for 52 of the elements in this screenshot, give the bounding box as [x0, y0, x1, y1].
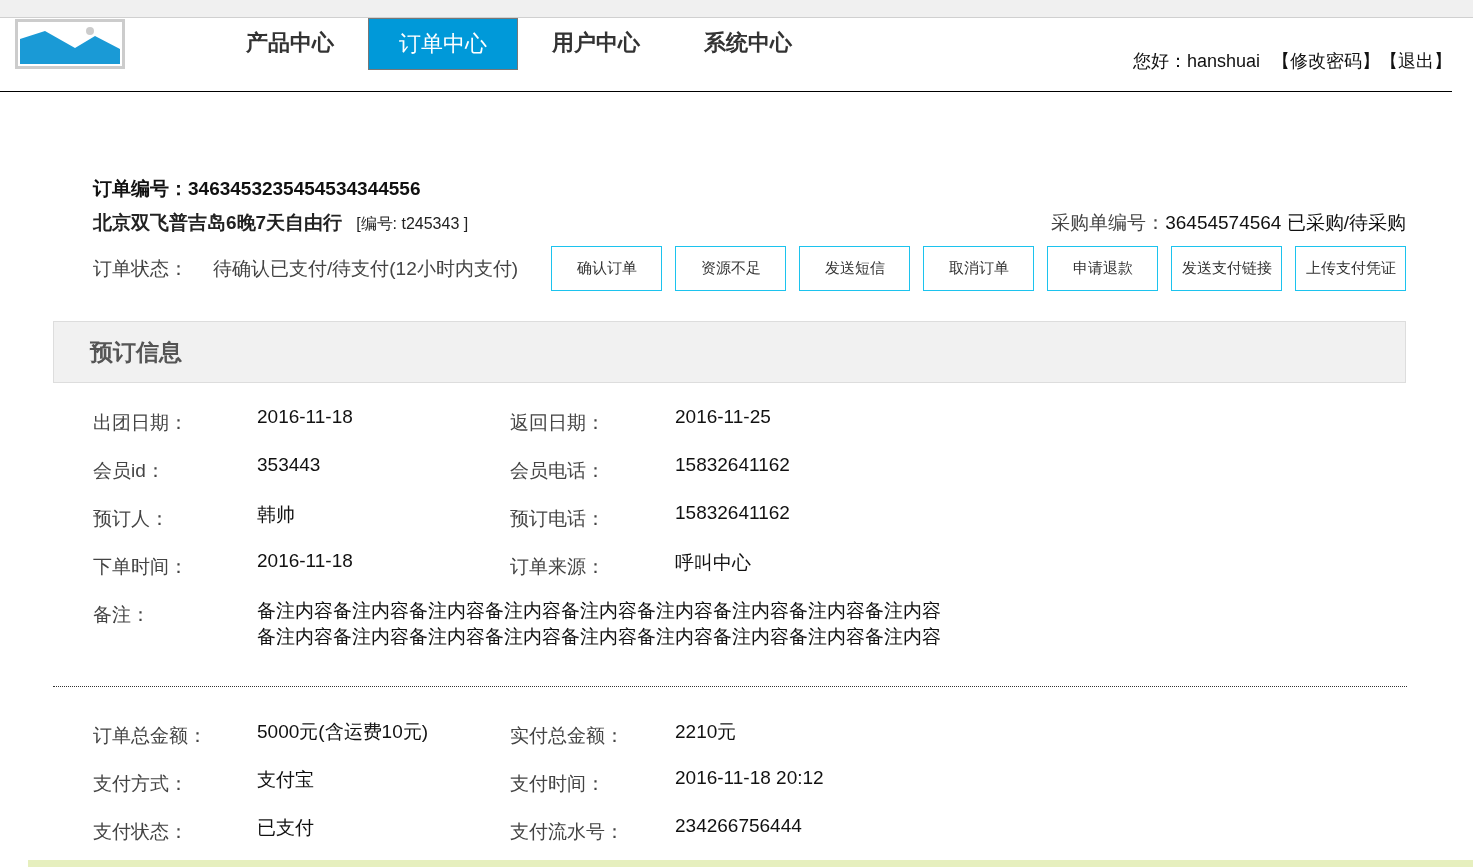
purchase-value: 36454574564 已采购/待采购: [1165, 212, 1406, 233]
header-link[interactable]: 【修改密码】: [1272, 49, 1380, 73]
field-label: 支付方式：: [93, 772, 189, 796]
product-code: [编号: t245343 ]: [356, 215, 469, 232]
field-label: 返回日期：: [510, 411, 606, 435]
field-label: 支付时间：: [510, 772, 606, 796]
field-value: 2210元: [675, 720, 738, 744]
status-label: 订单状态：: [93, 256, 188, 281]
field-label: 会员电话：: [510, 459, 606, 483]
header-link[interactable]: 【退出】: [1380, 49, 1452, 73]
nav-tab[interactable]: 产品中心: [216, 18, 364, 68]
field-label: 订单来源：: [510, 555, 606, 579]
action-button[interactable]: 资源不足: [675, 246, 786, 291]
field-value: 5000元(含运费10元): [257, 720, 430, 744]
field-label: 下单时间：: [93, 555, 189, 579]
field-label: 预订人：: [93, 507, 170, 531]
field-value: 234266756444: [675, 815, 803, 838]
field-value: 2016-11-25: [675, 406, 772, 429]
action-button[interactable]: 申请退款: [1047, 246, 1158, 291]
field-label: 支付状态：: [93, 820, 189, 844]
greeting-text: 您好：hanshuai: [1132, 50, 1260, 73]
field-value: 支付宝: [257, 768, 315, 792]
field-label: 支付流水号：: [510, 820, 625, 844]
field-value: 353443: [257, 454, 322, 477]
nav-tab[interactable]: 用户中心: [522, 18, 670, 68]
field-value: 韩帅: [257, 503, 296, 527]
field-value: 15832641162: [675, 502, 791, 525]
field-value: 2016-11-18: [257, 550, 354, 573]
field-value: 2016-11-18: [257, 406, 354, 429]
field-label: 实付总金额：: [510, 724, 625, 748]
action-button[interactable]: 确认订单: [551, 246, 662, 291]
remark-text: 备注内容备注内容备注内容备注内容备注内容备注内容备注内容备注内容备注内容备注内容备注内容备注内容备注内容备注内容备注内容备注内容备注内容备注内容: [257, 599, 941, 649]
field-value: 已支付: [257, 816, 315, 840]
field-label: 预订电话：: [510, 507, 606, 531]
action-button[interactable]: 发送支付链接: [1171, 246, 1282, 291]
nav-tab[interactable]: 系统中心: [674, 18, 822, 68]
order-number: 订单编号：3463453235454534344556: [93, 177, 422, 201]
product-name: 北京双飞普吉岛6晚7天自由行: [93, 212, 343, 233]
section-title: 预订信息: [90, 337, 182, 367]
action-button[interactable]: 上传支付凭证: [1295, 246, 1406, 291]
action-button[interactable]: 取消订单: [923, 246, 1034, 291]
field-value: 15832641162: [675, 454, 791, 477]
field-label: 备注：: [93, 603, 151, 627]
action-button[interactable]: 发送短信: [799, 246, 910, 291]
field-value: 2016-11-18 20:12: [675, 767, 825, 790]
field-label: 订单总金额：: [93, 724, 208, 748]
status-value: 待确认已支付/待支付(12小时内支付): [213, 256, 519, 281]
field-value: 呼叫中心: [675, 551, 752, 575]
field-label: 会员id：: [93, 459, 166, 483]
image-placeholder-icon: [15, 19, 125, 69]
purchase-label: 采购单编号：: [1051, 212, 1166, 233]
field-label: 出团日期：: [93, 411, 189, 435]
